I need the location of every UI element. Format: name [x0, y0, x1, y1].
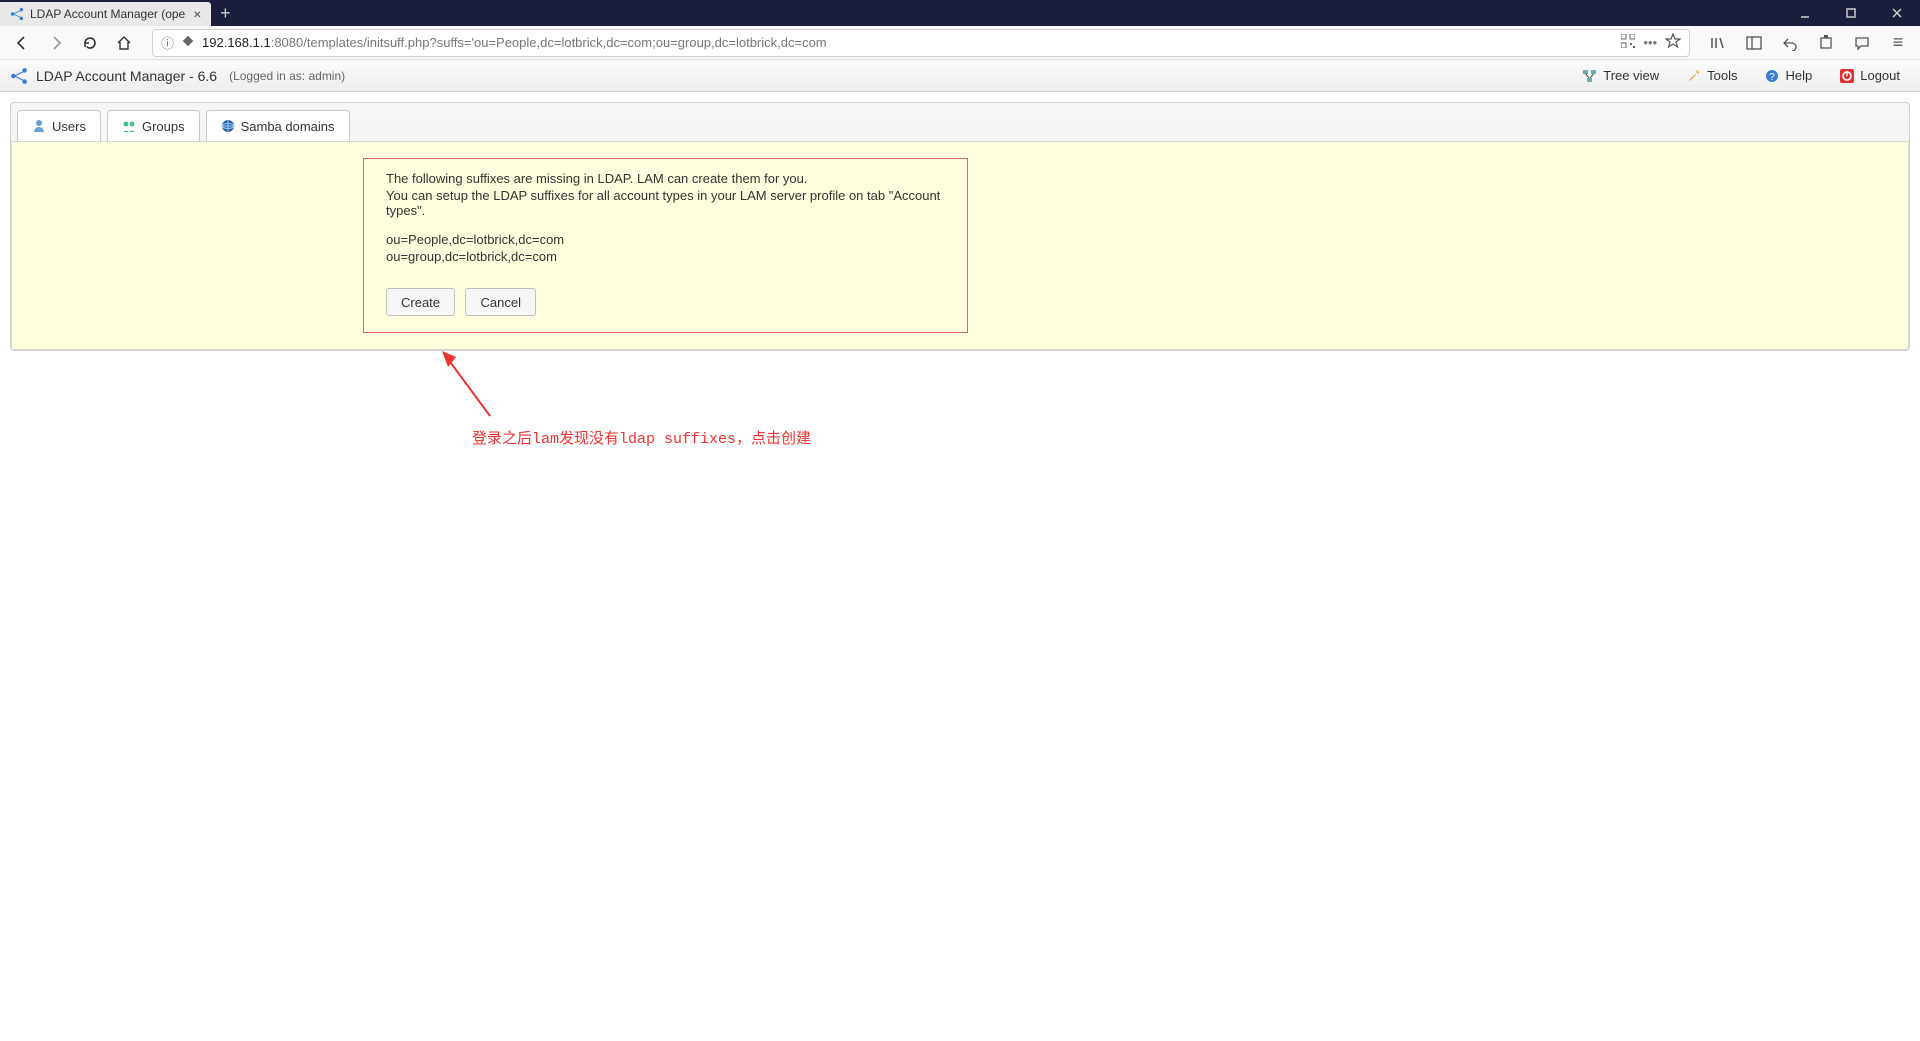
new-tab-button[interactable]: + [211, 0, 239, 26]
bookmark-star-icon[interactable] [1665, 33, 1681, 52]
tab-groups[interactable]: Groups [107, 110, 200, 142]
back-button[interactable] [8, 29, 36, 57]
tree-view-label: Tree view [1603, 68, 1659, 83]
browser-tab[interactable]: LDAP Account Manager (ope × [0, 2, 211, 26]
logout-label: Logout [1860, 68, 1900, 83]
tree-view-icon [1583, 69, 1597, 83]
lam-favicon [10, 7, 24, 21]
help-link[interactable]: ? Help [1755, 60, 1822, 91]
samba-icon [221, 119, 235, 133]
tools-label: Tools [1707, 68, 1737, 83]
url-path: :8080/templates/initsuff.php?suffs='ou=P… [271, 35, 827, 50]
logout-icon [1840, 69, 1854, 83]
tab-users-label: Users [52, 119, 86, 134]
window-minimize-button[interactable] [1782, 0, 1828, 26]
message-line1: The following suffixes are missing in LD… [386, 171, 945, 186]
reload-button[interactable] [76, 29, 104, 57]
browser-tab-strip: LDAP Account Manager (ope × + [0, 0, 1920, 26]
svg-text:?: ? [1770, 72, 1776, 83]
tab-row: Users Groups Samba domains [11, 104, 1909, 142]
tab-samba-domains[interactable]: Samba domains [206, 110, 350, 142]
qr-icon[interactable] [1621, 34, 1635, 51]
suffix-message-box: The following suffixes are missing in LD… [363, 158, 968, 333]
tab-groups-label: Groups [142, 119, 185, 134]
close-tab-icon[interactable]: × [193, 6, 201, 22]
chat-icon[interactable] [1848, 29, 1876, 57]
window-close-button[interactable] [1874, 0, 1920, 26]
permissions-icon[interactable] [182, 35, 194, 50]
help-icon: ? [1765, 69, 1779, 83]
tools-link[interactable]: Tools [1677, 60, 1747, 91]
lam-logo-icon [10, 67, 28, 85]
suffix-2: ou=group,dc=lotbrick,dc=com [386, 249, 945, 264]
tab-samba-label: Samba domains [241, 119, 335, 134]
window-maximize-button[interactable] [1828, 0, 1874, 26]
browser-toolbar: ⓘ 192.168.1.1:8080/templates/initsuff.ph… [0, 26, 1920, 60]
url-text: 192.168.1.1:8080/templates/initsuff.php?… [202, 35, 1613, 50]
message-line2: You can setup the LDAP suffixes for all … [386, 188, 945, 218]
forward-button[interactable] [42, 29, 70, 57]
content-wrap: Users Groups Samba domains The following… [0, 92, 1920, 361]
annotation-arrow-icon [440, 351, 500, 421]
logout-link[interactable]: Logout [1830, 60, 1910, 91]
site-info-icon[interactable]: ⓘ [161, 33, 174, 52]
suffix-1: ou=People,dc=lotbrick,dc=com [386, 232, 945, 247]
group-icon [122, 119, 136, 133]
tools-icon [1687, 69, 1701, 83]
tab-users[interactable]: Users [17, 110, 101, 142]
toolbar-right: ≡ [1704, 29, 1912, 57]
create-button[interactable]: Create [386, 288, 455, 316]
help-label: Help [1785, 68, 1812, 83]
page-actions-icon[interactable]: ••• [1643, 35, 1657, 50]
tree-view-link[interactable]: Tree view [1573, 60, 1669, 91]
undo-icon[interactable] [1776, 29, 1804, 57]
home-button[interactable] [110, 29, 138, 57]
tabs-container: Users Groups Samba domains The following… [10, 102, 1910, 351]
hamburger-menu-icon[interactable]: ≡ [1884, 29, 1912, 57]
url-bar[interactable]: ⓘ 192.168.1.1:8080/templates/initsuff.ph… [152, 29, 1690, 57]
sidebar-icon[interactable] [1740, 29, 1768, 57]
url-host: 192.168.1.1 [202, 35, 271, 50]
annotation-text: 登录之后lam发现没有ldap suffixes，点击创建 [472, 427, 811, 448]
library-icon[interactable] [1704, 29, 1732, 57]
app-title: LDAP Account Manager - 6.6 [36, 68, 217, 84]
extension-icon[interactable] [1812, 29, 1840, 57]
tab-body: The following suffixes are missing in LD… [11, 141, 1909, 350]
browser-tab-title: LDAP Account Manager (ope [30, 7, 185, 21]
cancel-button[interactable]: Cancel [465, 288, 535, 316]
user-icon [32, 119, 46, 133]
logged-in-text: (Logged in as: admin) [229, 69, 345, 83]
app-header: LDAP Account Manager - 6.6 (Logged in as… [0, 60, 1920, 92]
